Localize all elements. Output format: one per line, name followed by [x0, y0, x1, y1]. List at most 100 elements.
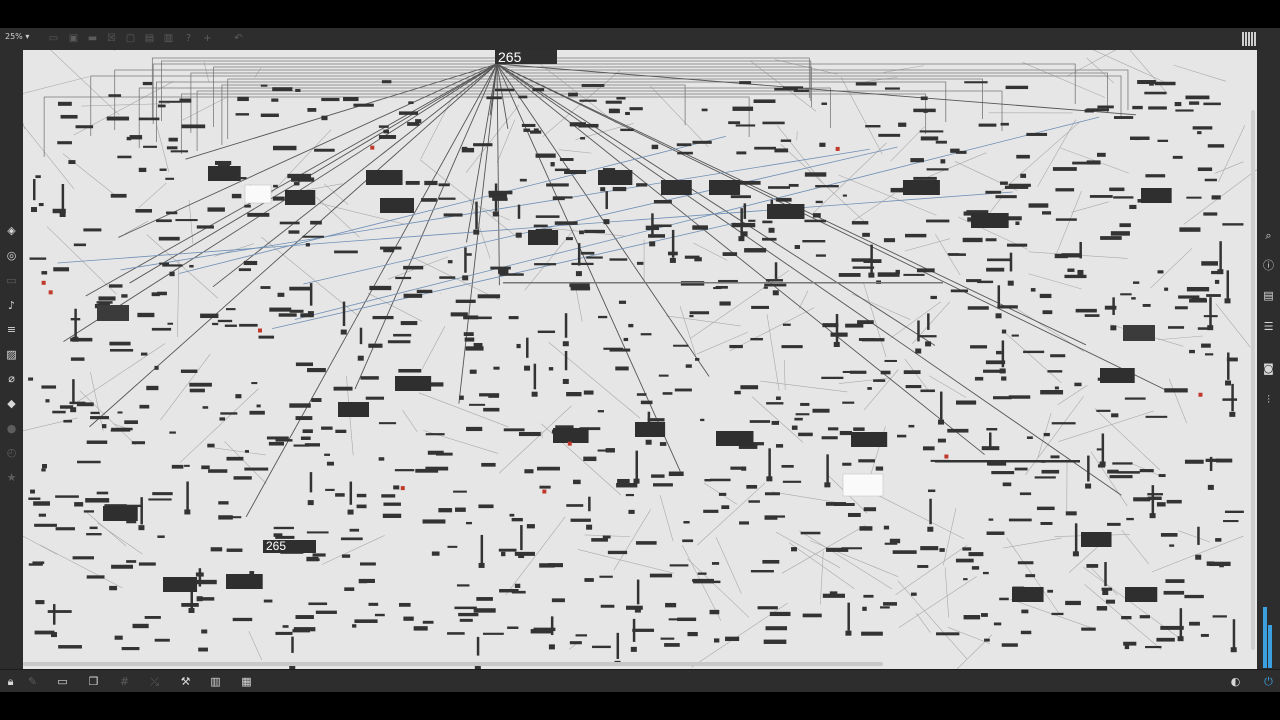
- patch-object[interactable]: [993, 396, 1012, 400]
- display-panel[interactable]: [528, 230, 559, 245]
- patch-cord[interactable]: [1214, 161, 1244, 174]
- slider[interactable]: [140, 497, 143, 525]
- patch-object[interactable]: [884, 87, 900, 90]
- patch-object[interactable]: [251, 382, 258, 385]
- patch-object[interactable]: [838, 273, 861, 277]
- patch-object[interactable]: [580, 137, 586, 140]
- patch-object[interactable]: [794, 417, 803, 421]
- patch-cord[interactable]: [1057, 385, 1088, 405]
- connect-icon[interactable]: ⤯: [148, 675, 161, 688]
- patch-cord[interactable]: [316, 197, 360, 238]
- patch-object[interactable]: [640, 333, 652, 336]
- patch-object[interactable]: [763, 639, 787, 644]
- patch-object[interactable]: [764, 515, 778, 520]
- patch-object[interactable]: [764, 492, 780, 496]
- patch-object[interactable]: [273, 184, 278, 188]
- grid-snap-icon[interactable]: #: [118, 675, 131, 688]
- patch-object[interactable]: [820, 219, 827, 223]
- toggle[interactable]: [645, 439, 652, 445]
- patch-object[interactable]: [711, 562, 720, 565]
- display-panel[interactable]: [1081, 532, 1112, 547]
- patch-object[interactable]: [184, 464, 190, 467]
- patch-object[interactable]: [1016, 154, 1030, 159]
- patch-cord[interactable]: [897, 580, 968, 660]
- patch-object[interactable]: [131, 441, 146, 445]
- patch-object[interactable]: [60, 114, 78, 119]
- toggle[interactable]: [524, 365, 531, 371]
- patch-object[interactable]: [117, 155, 132, 159]
- patch-object[interactable]: [842, 194, 847, 197]
- patch-object[interactable]: [154, 638, 170, 642]
- patch-object[interactable]: [1165, 579, 1185, 583]
- patch-object[interactable]: [1109, 187, 1125, 192]
- patch-object[interactable]: [695, 357, 700, 361]
- patch-object[interactable]: [1008, 395, 1031, 399]
- patch-object[interactable]: [181, 603, 199, 607]
- patch-object[interactable]: [598, 315, 608, 319]
- toggle[interactable]: [473, 229, 480, 235]
- display-panel[interactable]: [716, 431, 754, 446]
- patch-object[interactable]: [302, 429, 313, 434]
- patch-object[interactable]: [47, 610, 72, 613]
- patch-cord[interactable]: [1071, 201, 1109, 213]
- patch-object[interactable]: [1055, 218, 1077, 221]
- waveform-display[interactable]: [97, 305, 129, 321]
- patch-object[interactable]: [90, 416, 109, 420]
- patch-object[interactable]: [584, 229, 605, 234]
- patch-cords-and-objects[interactable]: [23, 50, 1257, 669]
- patch-object[interactable]: [602, 535, 611, 539]
- patch-object[interactable]: [821, 376, 844, 380]
- patch-object[interactable]: [754, 146, 776, 150]
- slider[interactable]: [517, 204, 521, 219]
- patch-object[interactable]: [415, 119, 422, 124]
- patch-object[interactable]: [948, 253, 966, 256]
- toggle[interactable]: [1085, 483, 1092, 489]
- patch-object[interactable]: [955, 558, 974, 563]
- patch-object[interactable]: [1002, 482, 1012, 487]
- patch-object[interactable]: [1133, 281, 1140, 284]
- patch-object[interactable]: [312, 553, 326, 557]
- patch-object[interactable]: [507, 626, 519, 629]
- toggle[interactable]: [1072, 551, 1079, 557]
- patch-object[interactable]: [219, 417, 226, 421]
- patch-cord[interactable]: [1104, 50, 1168, 94]
- patch-object[interactable]: [819, 142, 826, 147]
- patch-object[interactable]: [937, 438, 946, 443]
- patch-object[interactable]: [537, 330, 556, 334]
- number-box-bottom[interactable]: 265: [263, 540, 316, 553]
- patch-object[interactable]: [662, 392, 673, 395]
- patch-object[interactable]: [763, 286, 768, 289]
- patch-object[interactable]: [815, 254, 826, 257]
- patch-object[interactable]: [1145, 645, 1162, 649]
- patch-object[interactable]: [851, 258, 872, 262]
- patch-object[interactable]: [461, 146, 468, 150]
- patch-object[interactable]: [578, 123, 599, 128]
- patch-object[interactable]: [86, 440, 108, 444]
- patch-object[interactable]: [266, 436, 289, 440]
- patch-object[interactable]: [653, 483, 673, 487]
- patch-object[interactable]: [554, 221, 578, 225]
- toggle[interactable]: [1099, 461, 1106, 467]
- patch-object[interactable]: [1065, 600, 1081, 606]
- patch-object[interactable]: [1036, 506, 1055, 511]
- patch-object[interactable]: [730, 466, 746, 470]
- patch-object[interactable]: [997, 305, 1018, 309]
- toggle[interactable]: [562, 378, 569, 384]
- patch-object[interactable]: [447, 260, 453, 264]
- patcher-canvas[interactable]: 265 265: [23, 50, 1257, 669]
- patch-object[interactable]: [111, 564, 134, 569]
- patch-object[interactable]: [1175, 109, 1194, 112]
- patch-object[interactable]: [212, 322, 219, 326]
- patch-object[interactable]: [962, 547, 972, 551]
- toggle[interactable]: [768, 227, 775, 233]
- patch-object[interactable]: [157, 104, 166, 108]
- patch-object[interactable]: [1051, 612, 1064, 616]
- patch-object[interactable]: [966, 279, 982, 283]
- patch-object[interactable]: [1124, 645, 1130, 650]
- patch-object[interactable]: [744, 248, 767, 253]
- zoom-menu[interactable]: 25% ▾: [5, 32, 29, 41]
- patch-object[interactable]: [863, 507, 877, 512]
- display-panel[interactable]: [661, 180, 692, 195]
- patch-object[interactable]: [1223, 520, 1239, 523]
- patch-object[interactable]: [985, 190, 1002, 194]
